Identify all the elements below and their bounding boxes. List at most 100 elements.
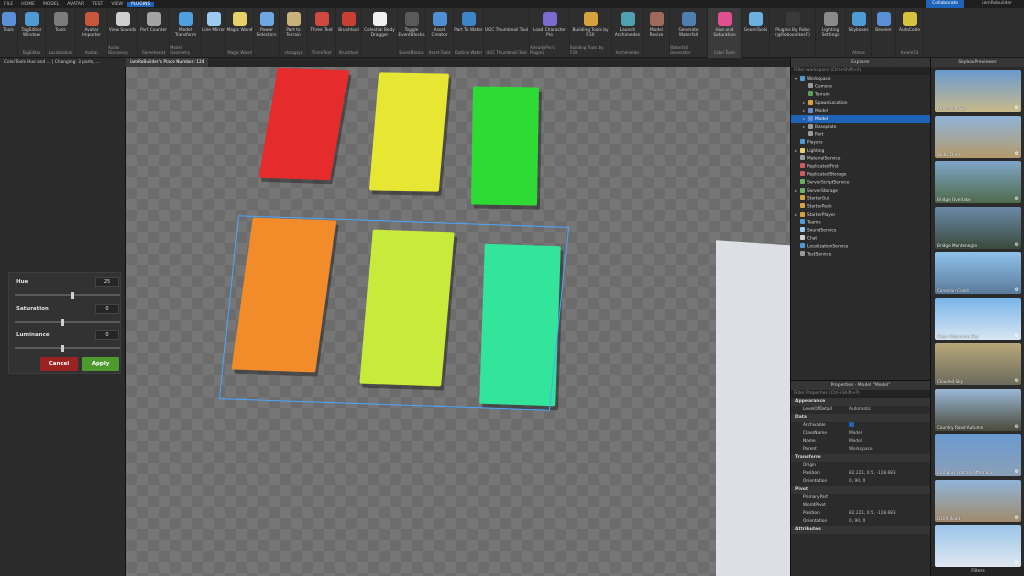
ribbon-tool-17[interactable]: UGC Thumbnail Tool UGC Thumbnail Tool <box>484 8 530 58</box>
ribbon-tool-24[interactable]: GeomTools <box>742 8 770 58</box>
skybox-thumbnail[interactable]: Bridge Overlake ⚙ <box>935 161 1021 203</box>
explorer-filter-input[interactable]: Filter workspace (Ctrl+Shift+X) <box>791 67 930 75</box>
tree-item[interactable]: Terrain <box>791 91 930 99</box>
hue-slider[interactable] <box>15 291 120 299</box>
tree-item[interactable]: Chat <box>791 235 930 243</box>
property-row[interactable]: PrimaryPart <box>791 494 930 502</box>
property-value[interactable] <box>849 422 930 430</box>
ribbon-tool-20[interactable]: Launch Archimedes Archimedes <box>612 8 644 58</box>
ribbon-tool-22[interactable]: Generate Waterfall Waterfall Generator <box>670 8 708 58</box>
saturation-value-input[interactable]: 0 <box>95 304 119 314</box>
gear-icon[interactable]: ⚙ <box>1015 378 1019 384</box>
ribbon-tool-7[interactable]: Line Mirror <box>202 8 226 58</box>
property-row[interactable]: Name Model <box>791 438 930 446</box>
tree-item[interactable]: Camera <box>791 83 930 91</box>
tab-place[interactable]: iamRoBuilder's Place Number: 124 <box>126 58 209 67</box>
menu-file[interactable]: FILE <box>0 2 17 7</box>
skybox-thumbnail[interactable]: Afternoon Sky ⚙ <box>935 70 1021 112</box>
username-label[interactable]: iamRobuilder <box>982 0 1012 8</box>
ribbon-tool-8[interactable]: Magic Wand Magic Wand <box>226 8 254 58</box>
skybox-thumbnail[interactable]: Bridge Montenegro ⚙ <box>935 206 1021 249</box>
property-value[interactable]: Workspace <box>849 446 930 454</box>
property-value[interactable]: 0, 90, 0 <box>849 478 930 486</box>
ribbon-tool-0[interactable]: Tools <box>0 8 18 58</box>
tree-item[interactable]: Teams <box>791 219 930 227</box>
gear-icon[interactable]: ⚙ <box>1015 515 1019 521</box>
tree-item[interactable]: Part <box>791 131 930 139</box>
ribbon-tool-4[interactable]: View Sounds Audio Discovery <box>108 8 138 58</box>
gear-icon[interactable]: ⚙ <box>1015 151 1019 157</box>
ribbon-tool-5[interactable]: Part Counter GameAssist <box>138 8 170 58</box>
property-value[interactable] <box>849 494 930 502</box>
property-row[interactable]: Archivable <box>791 422 930 430</box>
property-section[interactable]: Pivot <box>791 486 930 494</box>
tree-item[interactable]: Players <box>791 139 930 147</box>
ribbon-tool-3[interactable]: Avatar Importer Avatar <box>76 8 108 58</box>
skybox-thumbnail[interactable]: Country Road Autumn ⚙ <box>935 388 1021 431</box>
gear-icon[interactable]: ⚙ <box>1015 242 1019 248</box>
tab-color-tools[interactable]: ColorTools Hue and ... | Changing: 3 par… <box>0 58 126 67</box>
collaborate-button[interactable]: Collaborate <box>926 0 964 8</box>
ribbon-tool-2[interactable]: Tools Localization <box>46 8 76 58</box>
gear-icon[interactable]: ⚙ <box>1015 469 1019 475</box>
menu-avatar[interactable]: AVATAR <box>63 2 88 7</box>
checkbox-icon[interactable] <box>849 422 854 427</box>
property-section[interactable]: Data <box>791 414 930 422</box>
hue-slider-thumb[interactable] <box>71 291 75 299</box>
ribbon-tool-9[interactable]: Power Selectors <box>254 8 280 58</box>
gear-icon[interactable]: ⚙ <box>1015 196 1019 202</box>
luminance-slider[interactable] <box>15 344 120 352</box>
ribbon-tool-16[interactable]: Part To Water Outline Water <box>454 8 484 58</box>
gear-icon[interactable]: ⚙ <box>1015 287 1019 293</box>
skybox-thumbnail[interactable]: Clouded Sky ⚙ <box>935 343 1021 385</box>
tree-item[interactable]: TestService <box>791 251 930 259</box>
skybox-thumbnail[interactable]: Baltic Dune ⚙ <box>935 115 1021 158</box>
ribbon-tool-12[interactable]: Brushtool Brushtool <box>336 8 362 58</box>
property-value[interactable]: 82.221, 0.5, -118.683 <box>849 470 930 478</box>
property-row[interactable]: Orientation 0, 90, 0 <box>791 478 930 486</box>
menu-test[interactable]: TEST <box>88 2 107 7</box>
3d-viewport[interactable] <box>126 67 790 576</box>
gear-icon[interactable]: ⚙ <box>1015 105 1019 111</box>
green-block[interactable] <box>470 86 540 206</box>
tree-item[interactable]: ▸ Baseplate <box>791 123 930 131</box>
property-value[interactable] <box>849 462 930 470</box>
tree-item[interactable]: LocalizationService <box>791 243 930 251</box>
ribbon-tool-6[interactable]: Model Transform Model Geometry <box>170 8 202 58</box>
property-row[interactable]: ClassName Model <box>791 430 930 438</box>
ribbon-tool-27[interactable]: Skyboxes Atmos <box>846 8 872 58</box>
ribbon-tool-1[interactable]: TagEditor Window TagEditor <box>18 8 46 58</box>
tree-item[interactable]: ▸ StarterPlayer <box>791 211 930 219</box>
property-section[interactable]: Appearance <box>791 398 930 406</box>
yellow-block[interactable] <box>368 72 450 192</box>
tree-item[interactable]: ServerScriptService <box>791 179 930 187</box>
tree-item[interactable]: StarterGui <box>791 195 930 203</box>
gear-icon[interactable]: ⚙ <box>1015 333 1019 339</box>
property-row[interactable]: LevelOfDetail Automatic <box>791 406 930 414</box>
ribbon-tool-10[interactable]: Part to Terrain vhzagzys <box>280 8 308 58</box>
tree-item[interactable]: ReplicatedFirst <box>791 163 930 171</box>
ribbon-tool-14[interactable]: Toggle EventBlocks EventBlocks <box>398 8 426 58</box>
property-row[interactable]: Parent Workspace <box>791 446 930 454</box>
tree-item[interactable]: StarterPack <box>791 203 930 211</box>
tree-item[interactable]: MaterialService <box>791 155 930 163</box>
tree-item[interactable]: ▸ SpawnLocation <box>791 99 930 107</box>
menu-model[interactable]: MODEL <box>39 2 63 7</box>
ribbon-tool-18[interactable]: Load Character Pro AlreadyPro's Plugins <box>530 8 570 58</box>
ribbon-tool-28[interactable]: Beveler <box>872 8 896 58</box>
hue-value-input[interactable]: 25 <box>95 277 119 287</box>
gear-icon[interactable]: ⚙ <box>1015 560 1019 566</box>
tree-item[interactable]: ▸ ServerStorage <box>791 187 930 195</box>
skybox-thumbnail[interactable]: Cumulus Fractus Afternoon ⚙ <box>935 434 1021 476</box>
saturation-slider-thumb[interactable] <box>60 318 64 326</box>
tree-item[interactable]: ▸ Model <box>791 107 930 115</box>
tree-item[interactable]: ▾ Workspace <box>791 75 930 83</box>
property-section[interactable]: Attributes <box>791 526 930 534</box>
property-value[interactable] <box>849 502 930 510</box>
skybox-filters-button[interactable]: Filters <box>931 567 1024 576</box>
ribbon-tool-23[interactable]: Hue and Saturation Color Tools <box>708 8 742 58</box>
red-block[interactable] <box>258 67 350 181</box>
tree-item[interactable]: ReplicatedStorage <box>791 171 930 179</box>
apply-button[interactable]: Apply <box>82 357 119 371</box>
tree-item[interactable]: ▸ Lighting <box>791 147 930 155</box>
